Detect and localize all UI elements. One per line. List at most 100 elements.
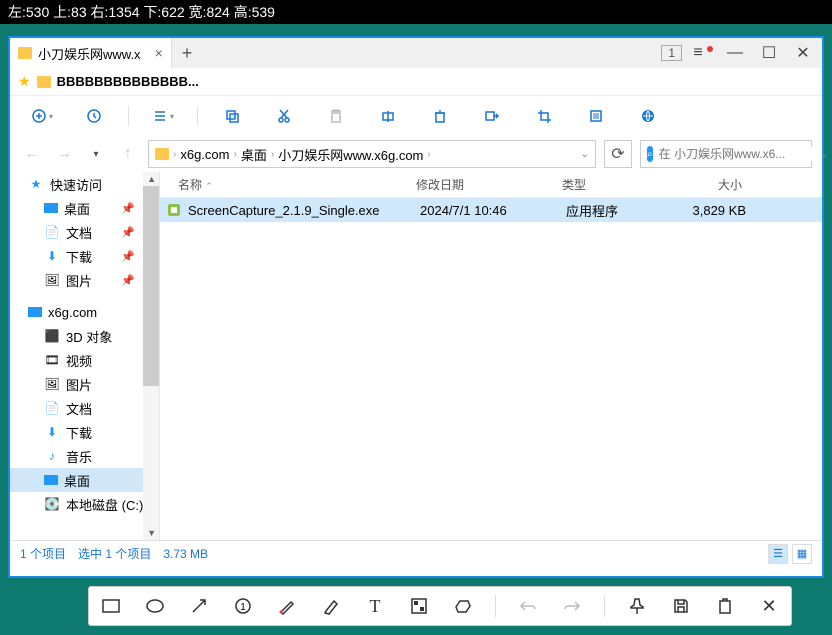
- text-tool[interactable]: T: [363, 594, 387, 618]
- exe-icon: [166, 202, 182, 218]
- search-icon: ⌕: [647, 146, 653, 162]
- scroll-down-icon[interactable]: ▼: [147, 528, 156, 538]
- bookmark-item[interactable]: BBBBBBBBBBBBBB...: [57, 74, 199, 89]
- sidebar-desktop[interactable]: 桌面📌: [10, 196, 159, 220]
- save-button[interactable]: [669, 594, 693, 618]
- sidebar-documents[interactable]: 📄文档📌: [10, 220, 159, 244]
- up-button[interactable]: ↑: [116, 142, 140, 166]
- pin-icon: 📌: [121, 202, 135, 215]
- cut-button[interactable]: [266, 102, 302, 130]
- web-button[interactable]: [630, 102, 666, 130]
- chevron-right-icon: ›: [173, 149, 176, 160]
- folder-icon: [155, 148, 169, 160]
- tab-close-button[interactable]: ×: [155, 45, 163, 61]
- column-headers: 名称 ⌃ 修改日期 类型 大小: [160, 172, 822, 198]
- tab-title: 小刀娱乐网www.x: [38, 44, 141, 63]
- titlebar: 小刀娱乐网www.x × + 1 ≡ — ☐ ✕: [10, 38, 822, 68]
- rename-button[interactable]: [370, 102, 406, 130]
- sidebar-pictures[interactable]: 🖼图片📌: [10, 268, 159, 292]
- number-tool[interactable]: 1: [231, 594, 255, 618]
- file-list: 名称 ⌃ 修改日期 类型 大小 ScreenCapture_2.1.9_Sing…: [160, 172, 822, 540]
- view-icons-button[interactable]: ▦: [792, 544, 812, 564]
- close-button[interactable]: ✕: [788, 41, 818, 65]
- status-bar: 1 个项目 选中 1 个项目 3.73 MB ☰ ▦: [10, 540, 822, 566]
- view-details-button[interactable]: ☰: [768, 544, 788, 564]
- col-size[interactable]: 大小: [678, 176, 758, 193]
- address-dropdown[interactable]: ⌄: [581, 149, 589, 160]
- refresh-button[interactable]: ⟳: [604, 140, 632, 168]
- search-box[interactable]: ⌕ ⌄: [640, 140, 812, 168]
- crop-button[interactable]: [526, 102, 562, 130]
- sidebar-quick-access[interactable]: ★快速访问: [10, 172, 159, 196]
- col-type[interactable]: 类型: [562, 176, 678, 193]
- scroll-thumb[interactable]: [143, 186, 159, 386]
- properties-button[interactable]: [578, 102, 614, 130]
- close-tool[interactable]: ✕: [757, 594, 781, 618]
- undo-button[interactable]: [516, 594, 540, 618]
- file-row[interactable]: ScreenCapture_2.1.9_Single.exe 2024/7/1 …: [160, 198, 822, 222]
- col-date[interactable]: 修改日期: [416, 176, 562, 193]
- sidebar-disk-c[interactable]: 💽本地磁盘 (C:): [10, 492, 159, 516]
- eraser-tool[interactable]: [451, 594, 475, 618]
- sidebar-3d-objects[interactable]: ⬛3D 对象: [10, 324, 159, 348]
- col-name[interactable]: 名称 ⌃: [160, 176, 416, 193]
- forward-button[interactable]: →: [52, 142, 76, 166]
- chevron-right-icon: ›: [233, 149, 236, 160]
- mosaic-tool[interactable]: [407, 594, 431, 618]
- delete-button[interactable]: [422, 102, 458, 130]
- file-size: 3,829 KB: [682, 203, 762, 218]
- paste-button[interactable]: [318, 102, 354, 130]
- chevron-right-icon: ›: [271, 149, 274, 160]
- copy-button[interactable]: [713, 594, 737, 618]
- scroll-up-icon[interactable]: ▲: [147, 174, 156, 184]
- menu-button[interactable]: ≡: [686, 41, 716, 65]
- search-dropdown[interactable]: ⌄: [820, 149, 828, 160]
- ellipse-tool[interactable]: [143, 594, 167, 618]
- redo-button[interactable]: [560, 594, 584, 618]
- pin-icon: 📌: [121, 250, 135, 263]
- file-date: 2024/7/1 10:46: [420, 203, 566, 218]
- new-item-button[interactable]: ▾: [24, 102, 60, 130]
- arrow-tool[interactable]: [187, 594, 211, 618]
- nav-row: ← → ▾ ↑ › x6g.com › 桌面 › 小刀娱乐网www.x6g.co…: [10, 136, 822, 172]
- tab-count-badge: 1: [661, 45, 682, 61]
- sidebar-downloads-2[interactable]: ⬇下载: [10, 420, 159, 444]
- rect-tool[interactable]: [99, 594, 123, 618]
- breadcrumb-3[interactable]: 小刀娱乐网www.x6g.com: [278, 145, 423, 164]
- pen-tool[interactable]: [275, 594, 299, 618]
- breadcrumb-2[interactable]: 桌面: [241, 145, 267, 164]
- bookmark-bar: ★ BBBBBBBBBBBBBB...: [10, 68, 822, 96]
- breadcrumb-1[interactable]: x6g.com: [180, 147, 229, 162]
- scrollbar[interactable]: ▲ ▼: [143, 172, 159, 540]
- folder-icon: [37, 76, 51, 88]
- highlighter-tool[interactable]: [319, 594, 343, 618]
- file-name: ScreenCapture_2.1.9_Single.exe: [188, 203, 420, 218]
- sidebar-downloads[interactable]: ⬇下载📌: [10, 244, 159, 268]
- chevron-right-icon: ›: [427, 149, 430, 160]
- toolbar: ▾ ▾: [10, 96, 822, 136]
- explorer-window: 小刀娱乐网www.x × + 1 ≡ — ☐ ✕ ★ BBBBBBBBBBBBB…: [8, 36, 824, 578]
- new-tab-button[interactable]: +: [172, 43, 203, 64]
- history-button[interactable]: [76, 102, 112, 130]
- sidebar-documents-2[interactable]: 📄文档: [10, 396, 159, 420]
- maximize-button[interactable]: ☐: [754, 41, 784, 65]
- tab-active[interactable]: 小刀娱乐网www.x ×: [10, 38, 172, 68]
- sidebar-desktop-2[interactable]: 桌面: [10, 468, 159, 492]
- search-input[interactable]: [659, 147, 814, 161]
- list-button[interactable]: ▾: [145, 102, 181, 130]
- status-selected: 选中 1 个项目: [78, 545, 151, 562]
- back-button[interactable]: ←: [20, 142, 44, 166]
- folder-icon: [18, 47, 32, 59]
- sidebar-videos[interactable]: 🎞视频: [10, 348, 159, 372]
- sidebar-this-pc[interactable]: x6g.com: [10, 300, 159, 324]
- recent-button[interactable]: ▾: [84, 142, 108, 166]
- status-items: 1 个项目: [20, 545, 66, 562]
- address-bar[interactable]: › x6g.com › 桌面 › 小刀娱乐网www.x6g.com › ⌄: [148, 140, 596, 168]
- minimize-button[interactable]: —: [720, 41, 750, 65]
- copy-button[interactable]: [214, 102, 250, 130]
- star-icon[interactable]: ★: [18, 73, 31, 90]
- sidebar-music[interactable]: ♪音乐: [10, 444, 159, 468]
- pin-button[interactable]: [625, 594, 649, 618]
- sidebar-pictures-2[interactable]: 🖼图片: [10, 372, 159, 396]
- move-button[interactable]: [474, 102, 510, 130]
